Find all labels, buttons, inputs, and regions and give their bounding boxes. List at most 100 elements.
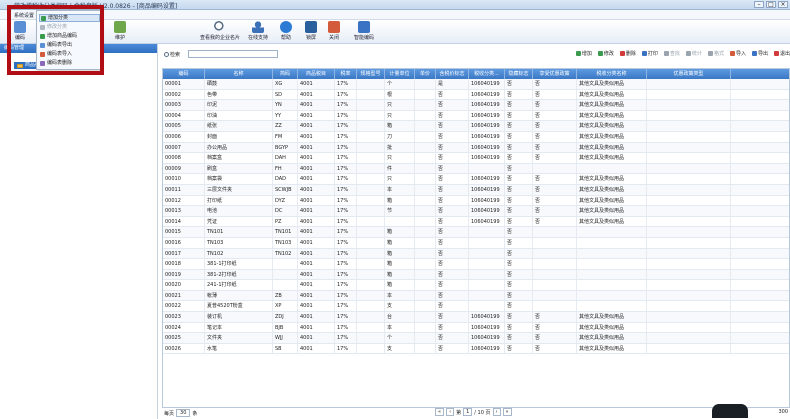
table-cell: 否 [505, 163, 533, 174]
table-cell: 4001 [298, 269, 335, 280]
table-cell: 17% [335, 174, 357, 184]
table-row[interactable]: 00017 TN102 TN102 4001 17% 箱否否 [163, 248, 789, 260]
toolbar-company-card-button[interactable]: 查看我的企业名片 [200, 21, 240, 41]
table-cell [415, 131, 436, 142]
action-find-button[interactable]: 查找 [663, 50, 680, 57]
column-header[interactable]: 税收分类名称 [577, 69, 647, 79]
table-cell [357, 89, 385, 100]
toolbar-maintain-button[interactable]: 维护 [114, 21, 126, 41]
column-header[interactable]: 优惠政策类型 [647, 69, 731, 79]
action-print-button[interactable]: 打印 [641, 50, 658, 57]
table-cell: 否 [436, 184, 469, 195]
table-cell: 否 [533, 322, 577, 333]
minimize-button[interactable]: – [754, 1, 764, 8]
table-cell: 17% [335, 333, 357, 343]
table-row[interactable]: 00024 笔记本 BJB 4001 17% 本否 106040199 否否其他文具及类似用品 [163, 322, 789, 334]
table-row[interactable]: 00025 文件夹 WJJ 4001 17% 个否 106040199 否否其他文具及类似用品 [163, 333, 789, 344]
table-cell: 否 [436, 301, 469, 312]
table-cell: FH [273, 163, 298, 174]
column-header[interactable]: 商品税目 [298, 69, 335, 79]
close-window-button[interactable]: × [778, 1, 788, 8]
table-row[interactable]: 00001 硒鼓 XG 4001 17% 个是 106040199 否否其他文具及类似用品 [163, 79, 789, 90]
toolbar-help-label: 帮助 [280, 35, 291, 41]
table-cell: 4001 [298, 216, 335, 227]
table-row[interactable]: 00009 刷盒 FH 4001 17% 件 否 否 [163, 163, 789, 175]
toolbar-smart-code-button[interactable]: 智能编码 [354, 21, 374, 41]
toolbar-lock-button[interactable]: 锁屏 [305, 21, 317, 41]
toolbar-close-button[interactable]: 关闭 [328, 21, 340, 41]
last-page-button[interactable]: » [502, 408, 512, 416]
column-header[interactable]: 隐藏标志 [505, 69, 533, 79]
table-cell [577, 248, 647, 259]
table-row[interactable]: 00015 TN101 TN101 4001 17% 箱否否 [163, 227, 789, 238]
column-header[interactable]: 名称 [205, 69, 273, 79]
table-row[interactable]: 00021 帐薄 ZB 4001 17% 本 否 否 [163, 290, 789, 302]
column-header[interactable]: 规格型号 [357, 69, 385, 79]
next-page-button[interactable]: › [492, 408, 501, 416]
column-header[interactable]: 税收分类... [469, 69, 505, 79]
table-row[interactable]: 00011 三层文件夹 SCWJB 4001 17% 本否 106040199 否否其他文具及… [163, 184, 789, 196]
table-row[interactable]: 00013 电池 DC 4001 17% 节否 106040199 否否其他文具及类似用品 [163, 206, 789, 217]
action-stats-button[interactable]: 统计 [685, 50, 702, 57]
page-size-select[interactable]: 30 [176, 409, 191, 417]
action-label: 导出 [757, 51, 768, 57]
table-cell: 台 [385, 312, 415, 322]
table-cell [415, 269, 436, 280]
column-header[interactable]: 简码 [273, 69, 298, 79]
column-header[interactable]: 计量单位 [385, 69, 415, 79]
column-header[interactable]: 含税价标志 [436, 69, 469, 79]
table-row[interactable]: 00020 241-1打印纸 4001 17% 箱 否 否 [163, 280, 789, 291]
table-cell: 其他文具及类似用品 [577, 343, 647, 354]
action-delete-button[interactable]: 删除 [619, 50, 636, 57]
column-header[interactable]: 编码 [163, 69, 205, 79]
column-header[interactable]: 税率 [335, 69, 357, 79]
table-row[interactable]: 00005 纸张 ZZ 4001 17% 箱否 106040199 否否其他文具及类似用品 [163, 121, 789, 132]
table-cell [577, 269, 647, 280]
table-row[interactable]: 00026 水笔 SB 4001 17% 支否 106040199 否否其他文具及类似用品 [163, 343, 789, 355]
table-cell: 批 [385, 142, 415, 153]
toolbar-help-button[interactable]: 帮助 [280, 21, 292, 41]
column-header[interactable]: 享受优惠政策 [533, 69, 577, 79]
table-row[interactable]: 00018 381-1打印纸 4001 17% 箱 否 否 [163, 259, 789, 270]
current-page-input[interactable]: 1 [463, 408, 473, 416]
table-row[interactable]: 00012 打印纸 DYZ 4001 17% 箱否 106040199 否否其他文具及类似用品 [163, 195, 789, 207]
table-row[interactable]: 00016 TN103 TN103 4001 17% 箱否否 [163, 237, 789, 249]
table-row[interactable]: 00002 色带 SD 4001 17% 根否 106040199 否否其他文具及类似用品 [163, 89, 789, 101]
table-row[interactable]: 00010 档案袋 DAD 4001 17% 只否 106040199 否否其他文具及类似用品 [163, 174, 789, 185]
table-cell: 17% [335, 312, 357, 322]
table-cell: 个 [385, 333, 415, 343]
action-exit-button[interactable]: 退出 [773, 50, 790, 57]
table-row[interactable]: 00023 装订机 ZDJ 4001 17% 台否 106040199 否否其他文具及类似用品 [163, 312, 789, 323]
table-cell: 17% [335, 131, 357, 142]
table-cell [533, 163, 577, 174]
table-row[interactable]: 00022 夏普4520T粉盒 XP 4001 17% 支 否 否 [163, 301, 789, 313]
table-row[interactable]: 00008 档案盒 DAH 4001 17% 只否 106040199 否否其他文具及类似用品 [163, 153, 789, 164]
action-format-button[interactable]: 格式 [707, 50, 724, 57]
first-page-button[interactable]: « [435, 408, 445, 416]
action-edit-button[interactable]: 修改 [597, 50, 614, 57]
table-row[interactable]: 00003 印泥 YN 4001 17% 只否 106040199 否否其他文具及类似用品 [163, 100, 789, 111]
toolbar-online-support-button[interactable]: 在线支持 [248, 21, 268, 41]
table-row[interactable]: 00019 381-2打印纸 4001 17% 箱 否 否 [163, 269, 789, 281]
table-cell [469, 237, 505, 248]
table-row[interactable]: 00004 印油 YY 4001 17% 只否 106040199 否否其他文具及类似用品 [163, 110, 789, 122]
prev-page-button[interactable]: ‹ [446, 408, 455, 416]
table-row[interactable]: 00006 封面 FM 4001 17% 刀否 106040199 否否其他文具及类似用品 [163, 131, 789, 143]
action-add-button[interactable]: 增加 [575, 50, 592, 57]
action-import-button[interactable]: 导入 [729, 50, 746, 57]
maximize-button[interactable]: □ [766, 1, 776, 8]
table-cell [357, 195, 385, 206]
table-cell: 00021 [163, 290, 205, 301]
action-export-button[interactable]: 导出 [751, 50, 768, 57]
table-cell [647, 89, 731, 100]
search-input[interactable] [188, 50, 278, 58]
table-cell [357, 79, 385, 89]
table-row[interactable]: 00014 凭证 PZ 4001 17% 否 106040199 否否其他文具及类似用品 [163, 216, 789, 228]
column-header[interactable]: 单价 [415, 69, 436, 79]
table-cell: 4001 [298, 142, 335, 153]
table-cell: 是 [436, 79, 469, 89]
table-row[interactable]: 00007 办公用品 BGYP 4001 17% 批否 106040199 否否其他文具及类似… [163, 142, 789, 154]
table-cell: 00020 [163, 280, 205, 290]
action-label: 格式 [713, 51, 724, 57]
table-cell: 否 [505, 100, 533, 110]
